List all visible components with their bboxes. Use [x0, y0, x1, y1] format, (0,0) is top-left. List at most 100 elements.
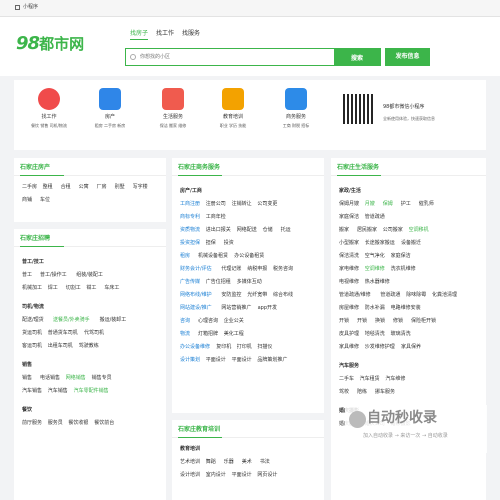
link-item[interactable]: 办公设备维修	[180, 344, 210, 350]
link-item[interactable]: 车床工	[104, 285, 119, 291]
site-logo[interactable]: 98 都市网	[16, 29, 84, 59]
link-item[interactable]: 家具维修	[339, 344, 359, 350]
link-item[interactable]: 设计策划	[180, 357, 200, 363]
link-item[interactable]: 皮具护理	[339, 331, 359, 337]
link-item[interactable]: 客运司机	[22, 343, 42, 349]
tab-service[interactable]: 找服务	[182, 30, 200, 40]
link-item[interactable]: 电话销售	[40, 375, 60, 381]
panel-title[interactable]: 石家庄房产	[20, 164, 50, 172]
mini-program-link[interactable]: 小程序	[23, 4, 38, 10]
link-item[interactable]: 设计培训	[180, 472, 200, 478]
link-item[interactable]: 开锁	[357, 318, 367, 324]
category-jobs[interactable]: 找工作 餐饮 销售 司机/物流	[14, 88, 84, 128]
link-item[interactable]: 商标专利	[180, 214, 200, 220]
link-item[interactable]: 艺术培训	[180, 459, 200, 465]
link-item[interactable]: 保险柜开锁	[411, 318, 436, 324]
link-item[interactable]: 网站营销推广	[221, 305, 251, 311]
link-item[interactable]: 设备搬迁	[401, 240, 421, 246]
link-item[interactable]: 销售	[22, 375, 32, 381]
link-item[interactable]: 公司搬家	[383, 227, 403, 233]
link-item[interactable]: 税务咨询	[273, 266, 293, 272]
search-button[interactable]: 搜索	[334, 49, 380, 65]
link-item[interactable]: 搬运/装卸工	[100, 317, 127, 323]
tab-job[interactable]: 找工作	[156, 30, 174, 40]
link-item[interactable]: 汽车零配件销售	[74, 388, 109, 394]
link-item[interactable]: 注销转让	[232, 201, 252, 207]
category-sublinks[interactable]: 餐饮 销售 司机/物流	[14, 123, 84, 128]
post-button[interactable]: 发布信息	[385, 48, 430, 66]
category-biz[interactable]: 商务服务 工商 财税 招标	[261, 88, 331, 128]
panel-title[interactable]: 石家庄招聘	[20, 235, 50, 243]
link-item[interactable]: 网络布线/维护	[180, 292, 212, 298]
link-item[interactable]: 广告传媒	[180, 279, 200, 285]
link-item[interactable]: 出租车司机	[48, 343, 73, 349]
link-item[interactable]: 家具保养	[401, 344, 421, 350]
link-item[interactable]: 货运司机	[22, 330, 42, 336]
link-item[interactable]: 品牌策划推广	[257, 357, 287, 363]
link-item[interactable]: 网站建设/推广	[180, 305, 212, 311]
link-item[interactable]: 企业公关	[224, 318, 244, 324]
link-item[interactable]: 空气净化	[365, 253, 385, 259]
link-item[interactable]: 心理咨询	[198, 318, 218, 324]
category-sublinks[interactable]: 租房 二手房 新房	[75, 123, 145, 128]
link-item[interactable]: 保姆	[383, 201, 393, 207]
link-item[interactable]: 热水器维修	[365, 279, 390, 285]
link-item[interactable]: 钳工	[86, 285, 96, 291]
link-item[interactable]: 打印机	[237, 344, 252, 350]
search-input[interactable]	[140, 49, 334, 65]
category-sublinks[interactable]: 工商 财税 招标	[261, 123, 331, 128]
tab-house[interactable]: 找房子	[130, 30, 149, 40]
link-item[interactable]: 商铺	[22, 197, 32, 203]
link-item[interactable]: 送餐员/外卖骑手	[53, 317, 90, 323]
link-item[interactable]: 餐饮前台	[94, 420, 114, 426]
link-item[interactable]: 护工	[401, 201, 411, 207]
link-item[interactable]: 网络配送	[237, 227, 257, 233]
link-item[interactable]: 驾校	[339, 389, 349, 395]
link-item[interactable]: 长途搬家搬运	[365, 240, 395, 246]
link-item[interactable]: 保洁清洗	[339, 253, 359, 259]
link-item[interactable]: 沙发维修护理	[365, 344, 395, 350]
link-item[interactable]: 小型搬家	[339, 240, 359, 246]
link-item[interactable]: 办公设备租赁	[234, 253, 264, 259]
link-item[interactable]: 仓储	[263, 227, 273, 233]
link-item[interactable]: 防水补漏	[365, 305, 385, 311]
link-item[interactable]: 厂房	[97, 184, 107, 190]
link-item[interactable]: 除味除霉	[406, 292, 426, 298]
link-item[interactable]: 光纤宽带	[247, 292, 267, 298]
link-item[interactable]: 书法	[260, 459, 270, 465]
link-item[interactable]: 换锁	[375, 318, 385, 324]
link-item[interactable]: 车位	[40, 197, 50, 203]
link-item[interactable]: 陪练	[357, 389, 367, 395]
link-item[interactable]: 机械设备租赁	[198, 253, 228, 259]
link-item[interactable]: 空调维修	[365, 266, 385, 272]
link-item[interactable]: 进出口报关	[206, 227, 231, 233]
link-item[interactable]: 保姆月嫂	[339, 201, 359, 207]
link-item[interactable]: 挪车服务	[375, 389, 395, 395]
link-item[interactable]: 汽车维修	[385, 376, 405, 382]
link-item[interactable]: 平面设计	[232, 357, 252, 363]
panel-title[interactable]: 石家庄生活服务	[337, 164, 379, 172]
link-item[interactable]: 代理记账	[221, 266, 241, 272]
link-item[interactable]: 汽车销售	[48, 388, 68, 394]
link-item[interactable]: 服务员	[48, 420, 63, 426]
category-house[interactable]: 房产 租房 二手房 新房	[75, 88, 145, 128]
link-item[interactable]: 汽车销售	[22, 388, 42, 394]
link-item[interactable]: 切割工	[66, 285, 81, 291]
link-item[interactable]: 月嫂	[365, 201, 375, 207]
link-item[interactable]: 咨询	[180, 318, 190, 324]
link-item[interactable]: 复印机	[216, 344, 231, 350]
link-item[interactable]: 焊工	[48, 285, 58, 291]
link-item[interactable]: 管道疏通	[380, 292, 400, 298]
link-item[interactable]: 网页设计	[257, 472, 277, 478]
link-item[interactable]: 投资担保	[180, 240, 200, 246]
link-item[interactable]: 纳税申报	[247, 266, 267, 272]
link-item[interactable]: 管道疏通	[365, 214, 385, 220]
link-item[interactable]: 注册公司	[206, 201, 226, 207]
link-item[interactable]: 多媒体互动	[237, 279, 262, 285]
link-item[interactable]: 二手房	[22, 184, 37, 190]
link-item[interactable]: 平面设计	[206, 357, 226, 363]
link-item[interactable]: 销售专员	[92, 375, 112, 381]
link-item[interactable]: 灯箱招牌	[198, 331, 218, 337]
link-item[interactable]: 公寓	[79, 184, 89, 190]
link-item[interactable]: 玻璃清洗	[391, 331, 411, 337]
